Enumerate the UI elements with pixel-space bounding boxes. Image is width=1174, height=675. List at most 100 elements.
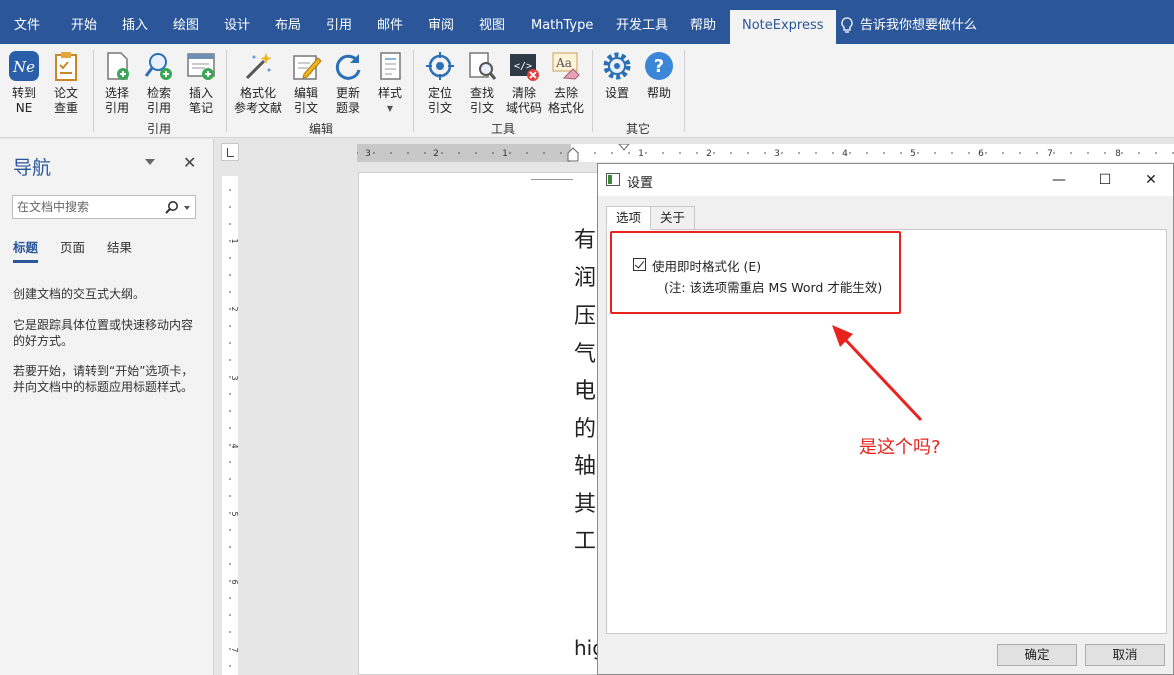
ruler-number: 7	[230, 647, 238, 652]
svg-text:Aa: Aa	[555, 56, 572, 70]
ruler-number: 3	[365, 149, 371, 159]
horizontal-ruler[interactable]: 3 2 1 1 2 3 4 5 6 7 8	[357, 144, 1174, 162]
group-separator	[413, 50, 414, 132]
clipboard-check-icon	[50, 50, 82, 82]
ok-button[interactable]: 确定	[997, 644, 1077, 666]
ruler-number: 1	[230, 238, 238, 243]
help-icon: ?	[643, 50, 675, 82]
nav-tab-pages[interactable]: 页面	[60, 237, 85, 263]
tab-noteexpress[interactable]: NoteExpress	[730, 10, 836, 44]
insert-note-icon	[185, 50, 217, 82]
ruler-number: 3	[230, 375, 238, 380]
find-citation-icon	[466, 50, 498, 82]
nav-options-dropdown[interactable]	[145, 159, 155, 165]
plagiarism-check-button[interactable]: 论文 查重	[44, 48, 88, 116]
maximize-icon[interactable]: ☐	[1082, 164, 1128, 196]
search-icon[interactable]	[165, 200, 179, 214]
group-separator	[592, 50, 593, 132]
style-dropdown-button[interactable]: 样式 ▼	[368, 48, 412, 116]
nav-tab-results[interactable]: 结果	[107, 237, 132, 263]
group-label-tools: 工具	[490, 122, 515, 136]
ruler-number: 6	[230, 579, 238, 584]
ruler-number: 5	[910, 149, 916, 159]
ruler-number: 1	[638, 149, 644, 159]
document-text: 电	[574, 379, 597, 404]
format-bibliography-button[interactable]: 格式化 参考文献	[232, 48, 284, 116]
chevron-down-icon: ▼	[386, 104, 394, 113]
tab-references[interactable]: 引用	[314, 10, 364, 44]
noteexpress-logo-icon: Ne	[8, 50, 40, 82]
document-text: 工	[574, 529, 597, 554]
app-window-icon	[606, 173, 620, 186]
ruler-number: 5	[230, 511, 238, 516]
close-icon[interactable]: ✕	[183, 153, 196, 172]
group-separator	[684, 50, 685, 132]
group-separator	[93, 50, 94, 132]
tab-options[interactable]: 选项	[606, 206, 652, 230]
edit-citation-button[interactable]: 编辑 引文	[284, 48, 328, 116]
tell-me-box[interactable]: 告诉我你想要做什么	[840, 10, 977, 42]
ruler-number: 1	[502, 149, 508, 159]
document-text: 其	[574, 492, 597, 517]
locate-citation-button[interactable]: 定位 引文	[418, 48, 462, 116]
tab-mailings[interactable]: 邮件	[365, 10, 415, 44]
nav-hint-1: 创建文档的交互式大纲。	[13, 287, 146, 301]
settings-button[interactable]: 设置	[595, 48, 639, 101]
search-citation-button[interactable]: 检索 引用	[137, 48, 181, 116]
ruler-number: 2	[706, 149, 712, 159]
group-label-citation: 引用	[146, 122, 171, 136]
remove-formatting-button[interactable]: Aa 去除 格式化	[544, 48, 588, 116]
first-line-indent-marker[interactable]	[618, 144, 630, 151]
select-citation-icon	[101, 50, 133, 82]
tab-selector[interactable]	[221, 143, 239, 161]
tab-file[interactable]: 文件	[2, 10, 52, 44]
ruler-number: 2	[230, 306, 238, 311]
update-records-button[interactable]: 更新 题录	[326, 48, 370, 116]
find-citation-button[interactable]: 查找 引文	[460, 48, 504, 116]
group-label-other: 其它	[625, 122, 650, 136]
document-text: 有	[574, 228, 597, 253]
ruler-number: 7	[1047, 149, 1053, 159]
tell-me-label: 告诉我你想要做什么	[860, 18, 978, 33]
tab-home[interactable]: 开始	[59, 10, 109, 44]
chevron-down-icon[interactable]	[184, 206, 190, 210]
tab-help[interactable]: 帮助	[678, 10, 728, 44]
minimize-icon[interactable]: —	[1036, 164, 1082, 196]
vertical-ruler[interactable]: 1 2 3 4 5 6 7	[222, 176, 238, 675]
select-citation-button[interactable]: 选择 引用	[95, 48, 139, 116]
document-text: 轴	[574, 454, 597, 479]
clear-field-code-icon: </>	[508, 50, 540, 82]
clear-field-code-button[interactable]: </> 清除 域代码	[502, 48, 546, 116]
tab-view[interactable]: 视图	[467, 10, 517, 44]
document-text: 润	[574, 266, 597, 291]
document-text: 压	[574, 304, 597, 329]
tab-layout[interactable]: 布局	[263, 10, 313, 44]
nav-hint-2: 它是跟踪具体位置或快速移动内容的好方式。	[13, 318, 194, 348]
goto-ne-button[interactable]: Ne 转到 NE	[2, 48, 46, 116]
settings-gear-icon	[601, 50, 633, 82]
dialog-title: 设置	[627, 176, 654, 191]
style-icon	[374, 50, 406, 82]
nav-search-input[interactable]: 在文档中搜索	[12, 195, 196, 219]
tab-review[interactable]: 审阅	[416, 10, 466, 44]
tab-mathtype[interactable]: MathType	[519, 10, 605, 44]
tab-design[interactable]: 设计	[212, 10, 262, 44]
nav-title: 导航	[13, 157, 52, 179]
locate-icon	[424, 50, 456, 82]
remove-format-icon: Aa	[550, 50, 582, 82]
refresh-icon	[332, 50, 364, 82]
tab-developer[interactable]: 开发工具	[604, 10, 680, 44]
cancel-button[interactable]: 取消	[1085, 644, 1165, 666]
close-icon[interactable]: ✕	[1128, 164, 1174, 196]
group-separator	[226, 50, 227, 132]
nav-tab-headings[interactable]: 标题	[13, 237, 39, 263]
tab-insert[interactable]: 插入	[110, 10, 160, 44]
settings-dialog: 设置 — ☐ ✕ 选项 关于 使用即时格式化 (E) (注: 该选项需重启 MS…	[597, 163, 1174, 675]
insert-note-button[interactable]: 插入 笔记	[179, 48, 223, 116]
help-button[interactable]: ? 帮助	[637, 48, 681, 101]
ruler-number: 2	[433, 149, 439, 159]
ruler-number: 4	[230, 443, 238, 448]
tab-draw[interactable]: 绘图	[161, 10, 211, 44]
tab-about[interactable]: 关于	[650, 206, 696, 230]
dialog-titlebar[interactable]: 设置 — ☐ ✕	[598, 164, 1173, 196]
